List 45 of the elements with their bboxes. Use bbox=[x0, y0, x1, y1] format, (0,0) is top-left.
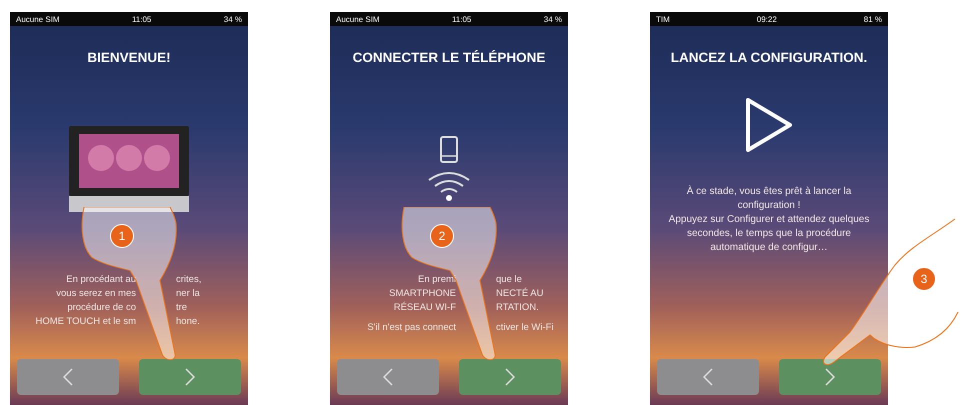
next-button[interactable] bbox=[139, 359, 241, 395]
battery-text: 34 % bbox=[224, 14, 242, 24]
clock-text: 11:05 bbox=[452, 14, 472, 24]
instruction-text: procédure de co bbox=[67, 301, 136, 315]
instruction-text: Appuyez sur Configurer et attendez quelques secondes, le temps que la procédure automatique de configur… bbox=[668, 213, 870, 255]
screen-title: CONNECTER LE TÉLÉPHONE bbox=[352, 50, 546, 65]
battery-text: 81 % bbox=[864, 14, 882, 24]
back-button[interactable] bbox=[17, 359, 119, 395]
instruction-text: ner la bbox=[176, 287, 200, 301]
instruction-text: vous serez en mes bbox=[56, 287, 136, 301]
instruction-text: SMARTPHONE bbox=[389, 287, 456, 301]
instruction-text: que le bbox=[496, 273, 522, 287]
clock-text: 11:05 bbox=[132, 14, 152, 24]
chevron-left-icon bbox=[703, 368, 713, 386]
chevron-left-icon bbox=[383, 368, 393, 386]
back-button[interactable] bbox=[337, 359, 439, 395]
carrier-text: TIM bbox=[656, 14, 670, 24]
screen-title: BIENVENUE! bbox=[87, 50, 171, 65]
phone-wifi-icon bbox=[426, 136, 472, 202]
instruction-text: ctiver le Wi-Fi bbox=[496, 321, 554, 335]
carrier-text: Aucune SIM bbox=[16, 14, 60, 24]
next-button[interactable] bbox=[779, 359, 881, 395]
step-number-badge: 3 bbox=[912, 267, 936, 291]
clock-text: 09:22 bbox=[756, 14, 777, 24]
carrier-text: Aucune SIM bbox=[336, 14, 380, 24]
instruction-text: En premi bbox=[418, 273, 456, 287]
instruction-text: S'il n'est pas connect bbox=[367, 321, 456, 335]
play-icon bbox=[744, 97, 794, 153]
chevron-left-icon bbox=[63, 368, 73, 386]
screen-title: LANCEZ LA CONFIGURATION. bbox=[670, 50, 868, 65]
instruction-text: HOME TOUCH et le sm bbox=[36, 315, 136, 329]
chevron-right-icon bbox=[185, 368, 195, 386]
instruction-text: crites, bbox=[176, 273, 202, 287]
instruction-text: À ce stade, vous êtes prêt à lancer la configuration ! bbox=[686, 185, 852, 213]
instruction-text: En procédant au bbox=[66, 273, 136, 287]
chevron-right-icon bbox=[825, 368, 835, 386]
instruction-text: tre bbox=[176, 301, 188, 315]
instruction-text: RTATION. bbox=[496, 301, 539, 315]
back-button[interactable] bbox=[657, 359, 759, 395]
next-button[interactable] bbox=[459, 359, 561, 395]
instruction-text: NECTÉ AU bbox=[496, 287, 544, 301]
instruction-text: RÉSEAU WI-F bbox=[394, 301, 456, 315]
battery-text: 34 % bbox=[544, 14, 562, 24]
instruction-text: hone. bbox=[176, 315, 200, 329]
chevron-right-icon bbox=[505, 368, 515, 386]
